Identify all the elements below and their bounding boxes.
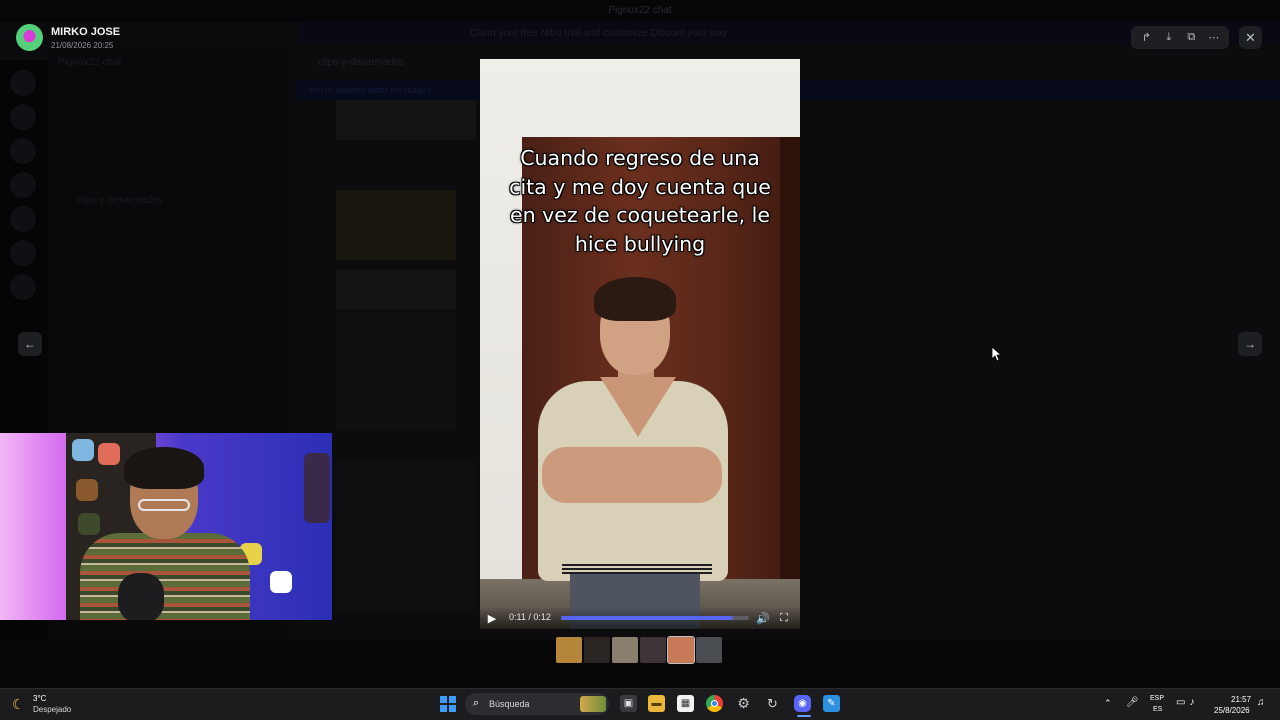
uploader-name[interactable]: MIRKO JOSE bbox=[51, 26, 120, 38]
search-label: Búsqueda bbox=[489, 699, 530, 709]
webcam-figure bbox=[78, 513, 100, 535]
screen: Pignox22 chat Claim your free Nitro tria… bbox=[0, 0, 1280, 720]
webcam-figure bbox=[76, 479, 98, 501]
sync-app-icon[interactable]: ↻ bbox=[764, 695, 781, 712]
webcam-microphone bbox=[118, 573, 164, 620]
message-attachment bbox=[336, 100, 476, 140]
webcam-person-sweater bbox=[80, 533, 250, 620]
media-thumbnail[interactable] bbox=[556, 637, 582, 663]
settings-gear-icon[interactable]: ⚙ bbox=[735, 695, 752, 712]
channel-item: clips-y-desarmados bbox=[76, 195, 163, 206]
server-icon bbox=[10, 172, 36, 198]
window-title: Pignox22 chat bbox=[608, 5, 672, 16]
active-app-indicator bbox=[797, 715, 811, 717]
server-icon bbox=[10, 138, 36, 164]
weather-description[interactable]: Despejado bbox=[33, 705, 71, 714]
arrow-right-icon[interactable]: → bbox=[1238, 332, 1262, 356]
media-thumbnail[interactable] bbox=[584, 637, 610, 663]
microphone-icon[interactable]: 🎤︎ bbox=[1126, 697, 1139, 708]
video-person-arms bbox=[542, 447, 722, 503]
webcam-person-hair bbox=[124, 447, 204, 489]
webcam-overlay bbox=[0, 433, 332, 620]
search-highlight-image bbox=[580, 696, 606, 712]
video-player[interactable]: Cuando regreso de una cita y me doy cuen… bbox=[480, 59, 800, 629]
open-external-icon[interactable]: ⧉ bbox=[1182, 29, 1200, 47]
close-icon[interactable]: ✕ bbox=[1239, 26, 1262, 49]
nitro-banner-text: Claim your free Nitro trial and customiz… bbox=[470, 28, 728, 39]
server-icon bbox=[10, 70, 36, 96]
pen-app-icon[interactable]: ✎ bbox=[823, 695, 840, 712]
webcam-figure bbox=[304, 453, 330, 523]
video-caption: Cuando regreso de una cita y me doy cuen… bbox=[509, 146, 771, 256]
forward-icon[interactable]: ↱ bbox=[1137, 29, 1155, 47]
older-messages-text: You're viewing older messages bbox=[308, 85, 432, 95]
notification-bell-icon[interactable]: ♫ bbox=[1257, 697, 1265, 708]
mouse-cursor-icon bbox=[992, 347, 1001, 362]
server-icon bbox=[10, 274, 36, 300]
server-icon bbox=[10, 104, 36, 130]
media-thumbnail[interactable] bbox=[640, 637, 666, 663]
input-language[interactable]: ESP bbox=[1150, 695, 1164, 702]
video-time: 0:11 / 0:12 bbox=[509, 612, 551, 622]
arrow-left-icon[interactable]: ← bbox=[18, 332, 42, 356]
video-progress-fill bbox=[561, 616, 734, 620]
media-toolbar: ↱ ⤓ ⧉ ⋯ bbox=[1131, 26, 1229, 49]
task-view-icon[interactable]: ▣ bbox=[620, 695, 637, 712]
chrome-icon[interactable] bbox=[706, 695, 723, 712]
message-attachment bbox=[336, 312, 456, 430]
upload-date: 21/08/2026 20:25 bbox=[51, 41, 114, 50]
webcam-figure bbox=[72, 439, 94, 461]
clock-date[interactable]: 25/8/2026 bbox=[1214, 706, 1250, 715]
webcam-figure bbox=[98, 443, 120, 465]
download-icon[interactable]: ⤓ bbox=[1160, 29, 1178, 47]
microsoft-store-icon[interactable]: ▦ bbox=[677, 695, 694, 712]
message-attachment bbox=[336, 462, 476, 612]
search-icon: ⌕ bbox=[473, 697, 480, 709]
play-icon[interactable]: ▶ bbox=[485, 611, 499, 625]
keyboard-layout[interactable]: ES bbox=[1153, 706, 1162, 713]
webcam-figure bbox=[270, 571, 292, 593]
discord-icon[interactable]: ◉ bbox=[794, 695, 811, 712]
media-thumbnail[interactable] bbox=[696, 637, 722, 663]
volume-icon[interactable]: 🔊 bbox=[755, 610, 771, 626]
server-icon bbox=[10, 240, 36, 266]
uploader-avatar[interactable] bbox=[16, 24, 43, 51]
more-icon[interactable]: ⋯ bbox=[1205, 29, 1223, 47]
weather-temperature[interactable]: 3°C bbox=[33, 694, 46, 703]
clock-time[interactable]: 21:57 bbox=[1231, 695, 1251, 704]
message-attachment bbox=[336, 190, 456, 260]
moon-icon[interactable]: ☾ bbox=[12, 696, 25, 713]
channel-header: clips-y-desarmados bbox=[318, 57, 405, 68]
media-thumbnail[interactable] bbox=[667, 636, 695, 664]
server-icon bbox=[10, 206, 36, 232]
video-person-hair bbox=[594, 277, 676, 321]
media-thumbnail-strip bbox=[556, 636, 722, 664]
webcam-person-glasses bbox=[138, 499, 190, 511]
message-attachment bbox=[336, 270, 456, 310]
video-progress-bar[interactable] bbox=[561, 616, 749, 620]
video-person-stripe bbox=[562, 564, 712, 574]
file-explorer-icon[interactable]: ▬ bbox=[648, 695, 665, 712]
tray-overflow-icon[interactable]: ⌃ bbox=[1104, 698, 1112, 709]
media-thumbnail[interactable] bbox=[612, 637, 638, 663]
taskbar bbox=[0, 688, 1280, 720]
video-person-vneck bbox=[600, 377, 676, 437]
network-volume-icons[interactable]: ▭♪ bbox=[1176, 697, 1198, 708]
fullscreen-icon[interactable]: ⛶ bbox=[776, 610, 792, 626]
windows-start-icon[interactable] bbox=[440, 696, 456, 712]
server-name: Pignox22 chat bbox=[58, 57, 122, 68]
